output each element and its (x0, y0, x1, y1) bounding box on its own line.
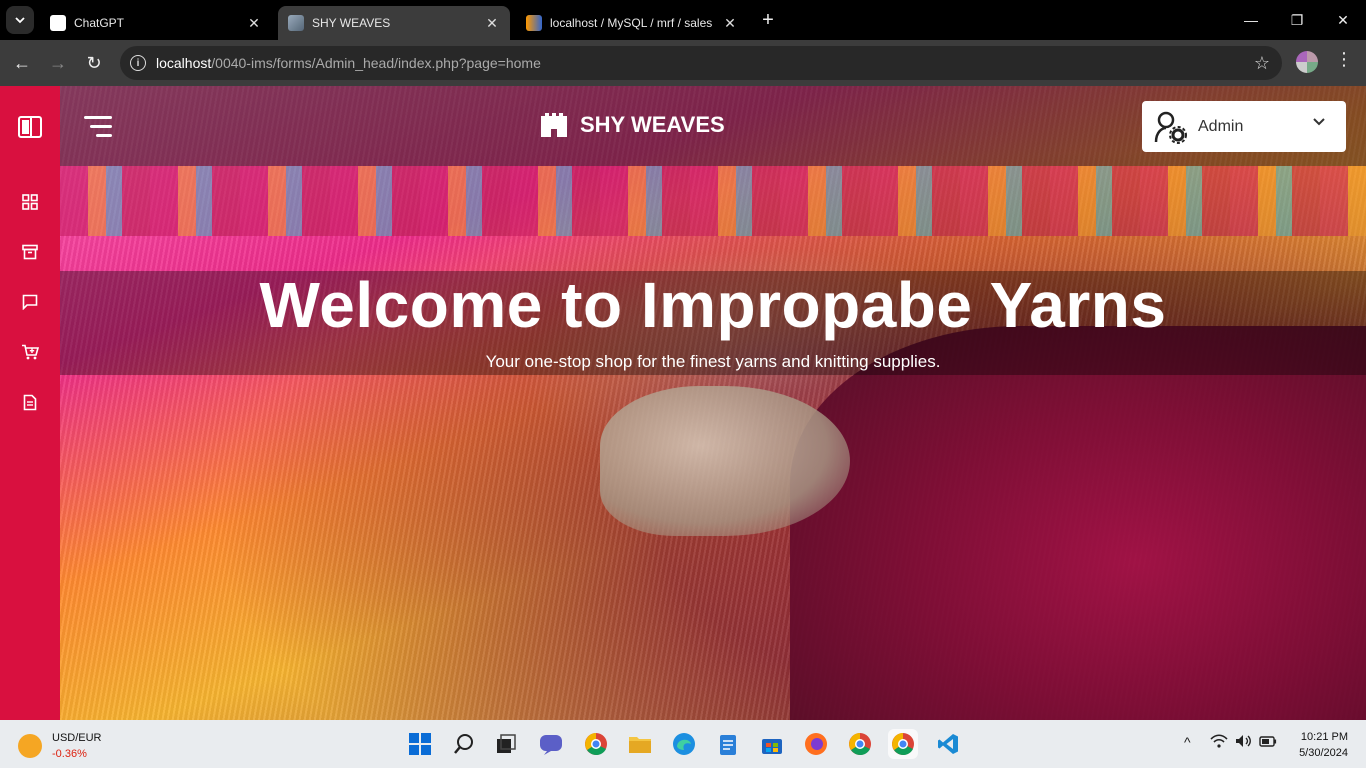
sidebar (0, 86, 60, 720)
brand[interactable]: SHY WEAVES (540, 112, 725, 138)
tab-search-button[interactable] (6, 6, 34, 34)
url-host: localhost (156, 55, 212, 71)
hero-banner: SHY WEAVES Admin Welcome to Impropabe Ya… (60, 86, 1366, 720)
welcome-heading: Welcome to Impropabe Yarns (259, 269, 1167, 341)
ticker-change: -0.36% (52, 748, 87, 760)
tab-title: ChatGPT (74, 16, 125, 30)
page: SHY WEAVES Admin Welcome to Impropabe Ya… (0, 86, 1366, 720)
weaver-hands (600, 386, 850, 536)
weaver-figure (790, 326, 1366, 720)
chevron-down-icon (15, 17, 25, 24)
file-explorer-icon[interactable] (625, 729, 655, 759)
chevron-down-icon (1313, 118, 1325, 126)
message-icon[interactable] (14, 286, 46, 318)
close-tab-icon[interactable]: ✕ (722, 15, 738, 31)
reload-button[interactable]: ↻ (80, 49, 108, 77)
notepad-icon[interactable] (713, 729, 743, 759)
chat-app-icon[interactable] (536, 729, 566, 759)
bookmark-star-icon[interactable]: ☆ (1254, 53, 1270, 74)
minimize-button[interactable]: — (1228, 0, 1274, 40)
clock[interactable]: 10:21 PM 5/30/2024 (1284, 729, 1348, 761)
close-window-button[interactable]: ✕ (1320, 0, 1366, 40)
show-hidden-icons-icon[interactable]: ^ (1184, 734, 1191, 750)
cart-icon[interactable] (14, 336, 46, 368)
browser-menu-icon[interactable]: ⋮ (1334, 49, 1354, 70)
tab-chatgpt[interactable]: ChatGPT ✕ (40, 6, 272, 40)
taskbar: USD/EUR -0.36% ^ 10:21 PM 5/30/2024 (0, 720, 1366, 768)
brand-name: SHY WEAVES (580, 112, 725, 137)
archive-icon[interactable] (14, 236, 46, 268)
user-menu-dropdown[interactable]: Admin (1142, 101, 1346, 152)
back-button[interactable]: ← (8, 49, 36, 77)
battery-icon[interactable] (1259, 734, 1277, 750)
user-settings-icon (1154, 111, 1187, 144)
edge-browser-icon[interactable] (669, 729, 699, 759)
windows-start-icon[interactable] (405, 729, 435, 759)
new-tab-button[interactable]: + (756, 8, 780, 32)
browser-toolbar: ← → ↻ i localhost/0040-ims/forms/Admin_h… (0, 40, 1366, 86)
chrome-profile-a-icon[interactable] (581, 729, 611, 759)
welcome-subtitle: Your one-stop shop for the finest yarns … (485, 352, 941, 371)
close-tab-icon[interactable]: ✕ (484, 15, 500, 31)
address-bar[interactable]: i localhost/0040-ims/forms/Admin_head/in… (120, 46, 1282, 80)
top-navbar: SHY WEAVES Admin (60, 86, 1366, 166)
forward-button[interactable]: → (44, 49, 72, 77)
restore-button[interactable]: ❐ (1274, 0, 1320, 40)
castle-icon (541, 113, 567, 137)
close-tab-icon[interactable]: ✕ (246, 15, 262, 31)
clock-date: 5/30/2024 (1299, 747, 1348, 759)
sidebar-toggle-icon[interactable] (14, 111, 46, 143)
site-info-icon[interactable]: i (130, 55, 146, 71)
phpmyadmin-icon (526, 15, 542, 31)
ticker-widget[interactable]: USD/EUR -0.36% (18, 730, 102, 762)
clock-time: 10:21 PM (1300, 731, 1348, 743)
tab-title: SHY WEAVES (312, 16, 391, 30)
url-path: /0040-ims/forms/Admin_head/index.php?pag… (211, 55, 541, 71)
currency-icon (18, 734, 42, 758)
tab-phpmyadmin[interactable]: localhost / MySQL / mrf / sales ✕ (516, 6, 748, 40)
volume-icon[interactable] (1235, 734, 1253, 751)
firefox-icon[interactable] (801, 729, 831, 759)
shy-weaves-favicon-icon (288, 15, 304, 31)
search-icon[interactable] (449, 729, 479, 759)
task-view-icon[interactable] (491, 729, 521, 759)
vscode-icon[interactable] (933, 729, 963, 759)
ticker-name: USD/EUR (52, 732, 102, 744)
tab-title: localhost / MySQL / mrf / sales (550, 16, 713, 30)
dashboard-grid-icon[interactable] (14, 186, 46, 218)
chatgpt-icon (50, 15, 66, 31)
document-icon[interactable] (14, 386, 46, 418)
wifi-icon[interactable] (1210, 734, 1228, 751)
tab-shy-weaves[interactable]: SHY WEAVES ✕ (278, 6, 510, 40)
chrome-profile-b-icon[interactable] (845, 729, 875, 759)
chrome-active-icon[interactable] (888, 729, 918, 759)
hamburger-menu-icon[interactable] (84, 116, 112, 138)
store-icon[interactable] (757, 729, 787, 759)
profile-avatar[interactable] (1296, 51, 1318, 73)
browser-tab-strip: ChatGPT ✕ SHY WEAVES ✕ localhost / MySQL… (0, 0, 1366, 40)
user-name: Admin (1198, 117, 1244, 135)
